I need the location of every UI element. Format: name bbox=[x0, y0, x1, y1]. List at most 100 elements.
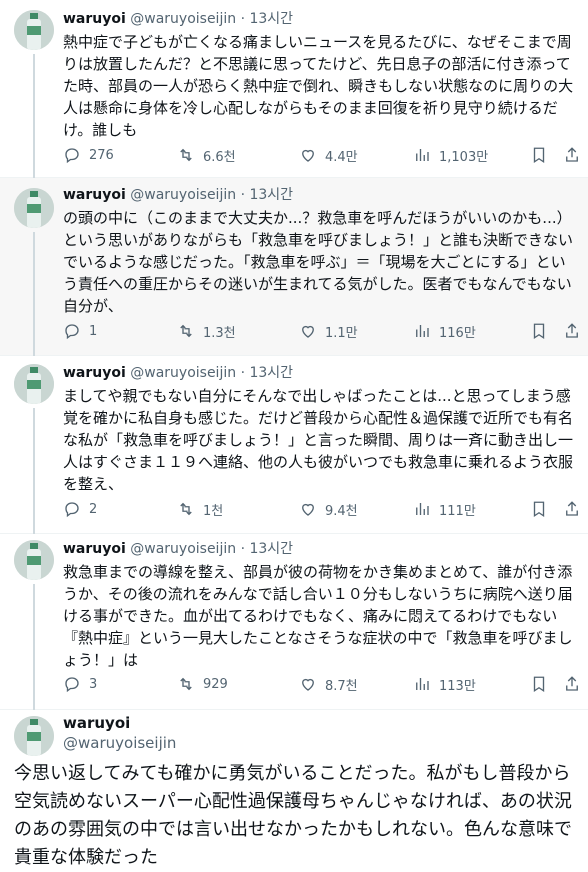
views-button[interactable]: 111만 bbox=[413, 499, 476, 519]
share-button[interactable] bbox=[563, 499, 581, 519]
views-button[interactable]: 1,103만 bbox=[413, 145, 488, 165]
retweet-icon bbox=[180, 148, 192, 162]
bookmark-button[interactable] bbox=[530, 674, 548, 694]
tweet[interactable]: waruyoi @waruyoiseijin · 13시간 熱中症で子どもが亡く… bbox=[0, 0, 588, 178]
focused-tweet[interactable]: waruyoi @waruyoiseijin 今思い返してみても確かに勇気がいる… bbox=[0, 710, 588, 868]
retweet-button[interactable]: 1천 bbox=[177, 499, 223, 519]
share-icon bbox=[566, 147, 578, 162]
like-count: 8.7천 bbox=[325, 678, 358, 694]
avatar[interactable] bbox=[14, 364, 54, 404]
share-button[interactable] bbox=[563, 145, 581, 165]
tweet-text: ましてや親でもない自分にそんなで出しゃばったことは...と思ってしまう感覚を確か… bbox=[63, 387, 574, 493]
bookmark-button[interactable] bbox=[530, 321, 548, 341]
like-count: 4.4만 bbox=[325, 149, 358, 165]
tweet-text: 救急車までの導線を整え、部員が彼の荷物をかき集めまとめて、誰が付き添うか、その後… bbox=[63, 563, 573, 669]
reply-count: 2 bbox=[89, 501, 98, 517]
avatar-image bbox=[14, 188, 54, 228]
timestamp[interactable]: 13시간 bbox=[249, 365, 293, 381]
like-button[interactable]: 8.7천 bbox=[299, 674, 358, 694]
avatar-image bbox=[14, 716, 54, 756]
like-icon bbox=[302, 149, 314, 162]
reply-icon bbox=[65, 324, 79, 340]
share-button[interactable] bbox=[563, 321, 581, 341]
tweet[interactable]: waruyoi @waruyoiseijin · 13시간 の頭の中に（このまま… bbox=[0, 178, 588, 356]
views-button[interactable]: 113만 bbox=[413, 674, 476, 694]
reply-count: 3 bbox=[89, 676, 98, 692]
share-icon bbox=[566, 676, 578, 691]
retweet-button[interactable]: 1.3천 bbox=[177, 321, 236, 341]
share-button[interactable] bbox=[563, 674, 581, 694]
like-icon bbox=[302, 678, 314, 691]
author-name[interactable]: waruyoi bbox=[63, 11, 126, 27]
retweet-icon bbox=[180, 677, 192, 691]
avatar[interactable] bbox=[14, 716, 54, 756]
separator: · bbox=[240, 11, 246, 27]
author-name[interactable]: waruyoi bbox=[63, 365, 126, 381]
reply-icon bbox=[65, 502, 79, 518]
tweet-header: waruyoi @waruyoiseijin · 13시간 bbox=[63, 186, 293, 204]
bookmark-button[interactable] bbox=[530, 145, 548, 165]
like-icon bbox=[302, 503, 314, 516]
bookmark-icon bbox=[533, 676, 545, 693]
retweet-button[interactable]: 929 bbox=[177, 674, 228, 694]
tweet[interactable]: waruyoi @waruyoiseijin · 13시간 ましてや親でもない自… bbox=[0, 356, 588, 534]
thread-line bbox=[33, 54, 35, 178]
tweet-header: waruyoi @waruyoiseijin · 13시간 bbox=[63, 540, 293, 558]
reply-button[interactable]: 3 bbox=[63, 674, 97, 694]
avatar[interactable] bbox=[14, 10, 54, 50]
retweet-count: 929 bbox=[203, 676, 228, 692]
avatar-image bbox=[14, 364, 54, 404]
avatar-image bbox=[14, 540, 54, 580]
separator: · bbox=[240, 541, 246, 557]
timestamp[interactable]: 13시간 bbox=[249, 11, 293, 27]
separator: · bbox=[240, 365, 246, 381]
timestamp[interactable]: 13시간 bbox=[249, 541, 293, 557]
like-button[interactable]: 1.1만 bbox=[299, 321, 358, 341]
reply-icon bbox=[65, 148, 79, 164]
like-count: 9.4천 bbox=[325, 503, 358, 519]
retweet-icon bbox=[180, 502, 192, 516]
tweet[interactable]: waruyoi @waruyoiseijin · 13시간 救急車までの導線を整… bbox=[0, 534, 588, 710]
author-name[interactable]: waruyoi bbox=[63, 541, 126, 557]
bookmark-button[interactable] bbox=[530, 499, 548, 519]
author-handle[interactable]: @waruyoiseijin bbox=[63, 734, 176, 752]
tweet-text: の頭の中に（このままで大丈夫か...？救急車を呼んだほうがいいのかも...）とい… bbox=[63, 209, 574, 315]
thread-line bbox=[33, 584, 35, 710]
share-icon bbox=[566, 323, 578, 338]
views-icon bbox=[416, 325, 429, 337]
reply-count: 276 bbox=[89, 147, 114, 163]
tweet-text: 今思い返してみても確かに勇気がいることだった。私がもし普段から空気読めないスーパ… bbox=[14, 763, 572, 868]
views-icon bbox=[416, 678, 429, 690]
avatar-image bbox=[14, 10, 54, 50]
reply-button[interactable]: 1 bbox=[63, 321, 97, 341]
views-icon bbox=[416, 149, 429, 161]
author-handle[interactable]: @waruyoiseijin bbox=[130, 11, 236, 27]
author-handle[interactable]: @waruyoiseijin bbox=[130, 187, 236, 203]
retweet-count: 1.3천 bbox=[203, 325, 236, 341]
like-icon bbox=[302, 325, 314, 338]
like-button[interactable]: 4.4만 bbox=[299, 145, 358, 165]
avatar[interactable] bbox=[14, 540, 54, 580]
separator: · bbox=[240, 187, 246, 203]
like-button[interactable]: 9.4천 bbox=[299, 499, 358, 519]
reply-button[interactable]: 2 bbox=[63, 499, 97, 519]
tweet-text: 熱中症で子どもが亡くなる痛ましいニュースを見るたびに、なぜそこまで周りは放置した… bbox=[63, 33, 574, 139]
thread-line bbox=[33, 408, 35, 534]
author-name[interactable]: waruyoi bbox=[63, 714, 130, 732]
author-handle[interactable]: @waruyoiseijin bbox=[130, 365, 236, 381]
views-button[interactable]: 116만 bbox=[413, 321, 476, 341]
retweet-count: 6.6천 bbox=[203, 149, 236, 165]
action-bar: 1 1.3천 1.1만 116만 bbox=[63, 321, 583, 341]
thread: waruyoi @waruyoiseijin · 13시간 熱中症で子どもが亡く… bbox=[0, 0, 588, 868]
author-name[interactable]: waruyoi bbox=[63, 187, 126, 203]
action-bar: 2 1천 9.4천 111만 bbox=[63, 499, 583, 519]
retweet-count: 1천 bbox=[203, 503, 224, 519]
tweet-header: waruyoi @waruyoiseijin · 13시간 bbox=[63, 364, 293, 382]
view-count: 1,103만 bbox=[439, 149, 489, 165]
reply-button[interactable]: 276 bbox=[63, 145, 114, 165]
author-handle[interactable]: @waruyoiseijin bbox=[130, 541, 236, 557]
timestamp[interactable]: 13시간 bbox=[249, 187, 293, 203]
avatar[interactable] bbox=[14, 188, 54, 228]
reply-count: 1 bbox=[89, 323, 98, 339]
retweet-button[interactable]: 6.6천 bbox=[177, 145, 236, 165]
